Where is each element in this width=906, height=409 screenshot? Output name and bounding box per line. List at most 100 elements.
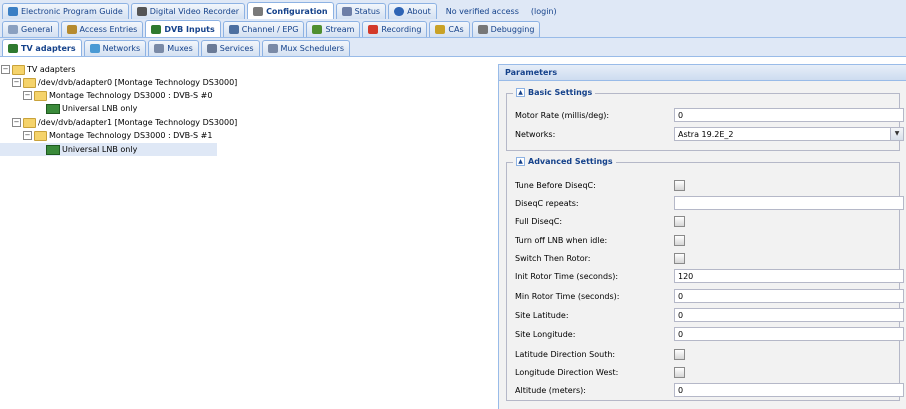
tab-digital-video-recorder[interactable]: Digital Video Recorder: [130, 3, 246, 19]
folder-icon: [34, 90, 47, 101]
tab-label: CAs: [448, 25, 464, 34]
tab-cas[interactable]: CAs: [429, 21, 470, 37]
longitude-direction-west-checkbox[interactable]: [674, 366, 685, 378]
collapse-toggle-icon[interactable]: −: [23, 91, 32, 100]
tree-node-lnb1[interactable]: Universal LNB only: [0, 143, 217, 156]
site-latitude-row: Site Latitude: 0: [515, 307, 904, 323]
tab-networks[interactable]: Networks: [83, 40, 147, 56]
tab-channel-epg[interactable]: Channel / EPG: [222, 21, 305, 37]
full-diseqc-checkbox[interactable]: [674, 215, 685, 227]
switch-then-rotor-checkbox[interactable]: [674, 252, 685, 264]
tree-node-label: Universal LNB only: [62, 145, 138, 154]
latitude-direction-south-checkbox[interactable]: [674, 348, 685, 360]
min-rotor-time-row: Min Rotor Time (seconds): 0: [515, 288, 904, 304]
tree-node-label: Universal LNB only: [62, 104, 138, 113]
tree-node-adapter0[interactable]: − /dev/dvb/adapter0 [Montage Technology …: [12, 76, 237, 89]
turn-off-lnb-checkbox[interactable]: [674, 234, 685, 246]
tab-label: Electronic Program Guide: [21, 7, 123, 16]
status-icon: [341, 7, 352, 16]
tab-label: Debugging: [490, 25, 535, 34]
config-tab-bar: General Access Entries DVB Inputs Channe…: [0, 19, 906, 38]
tab-label: TV adapters: [21, 43, 76, 53]
tab-debugging[interactable]: Debugging: [471, 21, 541, 37]
diseqc-repeats-row: DiseqC repeats:: [515, 195, 904, 211]
init-rotor-time-input[interactable]: 120: [674, 269, 904, 283]
channel-icon: [228, 25, 239, 34]
tune-before-diseqc-checkbox[interactable]: [674, 179, 685, 191]
stream-icon: [312, 25, 323, 34]
folder-icon: [23, 117, 36, 128]
legend-label: Basic Settings: [528, 88, 593, 97]
wrench-icon: [253, 6, 264, 16]
tab-access-entries[interactable]: Access Entries: [60, 21, 144, 37]
tv-adapter-icon: [8, 43, 18, 53]
login-link[interactable]: (login): [528, 4, 566, 19]
tab-services[interactable]: Services: [200, 40, 260, 56]
tree-node-adapter1[interactable]: − /dev/dvb/adapter1 [Montage Technology …: [12, 116, 237, 129]
collapse-toggle-icon[interactable]: −: [12, 118, 21, 127]
networks-row: Networks: Astra 19.2E_2 ▼: [515, 126, 904, 142]
tab-dvb-inputs[interactable]: DVB Inputs: [145, 20, 221, 37]
field-label: DiseqC repeats:: [515, 198, 579, 208]
motor-rate-input[interactable]: 0: [674, 108, 904, 122]
networks-select[interactable]: Astra 19.2E_2 ▼: [674, 127, 904, 141]
tab-label: Stream: [325, 25, 355, 34]
collapse-toggle-icon[interactable]: ▲: [516, 88, 525, 97]
basic-settings-legend[interactable]: ▲ Basic Settings: [513, 88, 596, 97]
tree-node-frontend1[interactable]: − Montage Technology DS3000 : DVB-S #1: [23, 129, 212, 142]
tab-mux-schedulers[interactable]: Mux Schedulers: [261, 40, 350, 56]
collapse-toggle-icon[interactable]: −: [23, 131, 32, 140]
field-label: Site Latitude:: [515, 310, 569, 320]
top-tab-bar: Electronic Program Guide Digital Video R…: [0, 0, 906, 20]
lnb-icon: [46, 103, 60, 114]
tree-node-label: TV adapters: [27, 65, 76, 74]
site-latitude-input[interactable]: 0: [674, 308, 904, 322]
collapse-toggle-icon[interactable]: −: [1, 65, 10, 74]
motor-rate-row: Motor Rate (millis/deg): 0: [515, 107, 904, 123]
access-icon: [66, 25, 77, 34]
tab-label: Muxes: [167, 44, 193, 53]
dvb-icon: [151, 24, 162, 34]
recording-icon: [368, 25, 379, 34]
tab-tv-adapters[interactable]: TV adapters: [2, 39, 82, 56]
tab-recording[interactable]: Recording: [362, 21, 428, 37]
field-label: Site Longitude:: [515, 329, 576, 339]
altitude-input[interactable]: 0: [674, 383, 904, 397]
epg-icon: [8, 7, 18, 16]
parameters-title: Parameters: [499, 65, 906, 81]
tree-node-lnb0[interactable]: Universal LNB only: [46, 102, 137, 115]
lnb-icon: [46, 144, 60, 155]
key-icon: [435, 25, 446, 34]
site-longitude-input[interactable]: 0: [674, 327, 904, 341]
access-status-text: No verified access: [445, 7, 519, 16]
tab-general[interactable]: General: [2, 21, 59, 37]
tab-about[interactable]: About: [388, 3, 437, 19]
tree-node-frontend0[interactable]: − Montage Technology DS3000 : DVB-S #0: [23, 89, 212, 102]
diseqc-repeats-input[interactable]: [674, 196, 904, 210]
tab-label: Channel / EPG: [241, 25, 299, 34]
tab-stream[interactable]: Stream: [306, 21, 361, 37]
general-icon: [8, 25, 18, 34]
field-label: Switch Then Rotor:: [515, 253, 591, 263]
tree-node-root[interactable]: − TV adapters: [1, 63, 75, 76]
collapse-toggle-icon[interactable]: −: [12, 78, 21, 87]
advanced-settings-legend[interactable]: ▲ Advanced Settings: [513, 157, 616, 166]
folder-icon: [23, 77, 36, 88]
about-icon: [394, 7, 405, 16]
min-rotor-time-input[interactable]: 0: [674, 289, 904, 303]
parameters-panel: Parameters ▲ Basic Settings Motor Rate (…: [498, 64, 906, 409]
tab-muxes[interactable]: Muxes: [148, 40, 199, 56]
longitude-direction-west-row: Longitude Direction West:: [515, 364, 685, 380]
tree-node-label: /dev/dvb/adapter0 [Montage Technology DS…: [38, 78, 238, 87]
network-icon: [89, 44, 100, 53]
tab-configuration[interactable]: Configuration: [247, 2, 334, 19]
tune-before-diseqc-row: Tune Before DiseqC:: [515, 177, 685, 193]
tree-node-label: /dev/dvb/adapter1 [Montage Technology DS…: [38, 118, 238, 127]
tab-label: Status: [354, 7, 381, 16]
tab-electronic-program-guide[interactable]: Electronic Program Guide: [2, 3, 129, 19]
collapse-toggle-icon[interactable]: ▲: [516, 157, 525, 166]
chevron-down-icon[interactable]: ▼: [890, 128, 903, 140]
legend-label: Advanced Settings: [528, 157, 613, 166]
tab-status[interactable]: Status: [335, 3, 387, 19]
altitude-row: Altitude (meters): 0: [515, 382, 904, 398]
